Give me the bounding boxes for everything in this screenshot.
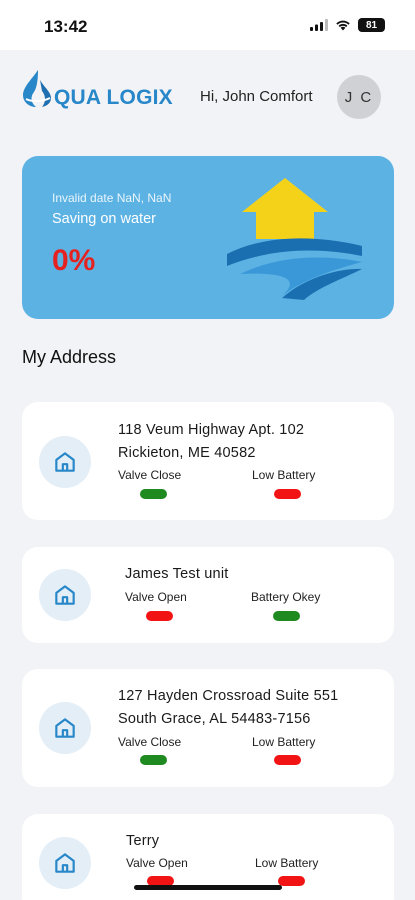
- battery-status-indicator: [274, 755, 301, 765]
- address-card[interactable]: 118 Veum Highway Apt. 102 Rickieton, ME …: [22, 402, 394, 520]
- logo-text: QUA LOGIX: [54, 86, 173, 109]
- saving-label: Saving on water: [52, 211, 156, 227]
- status-bar: 13:42 81: [0, 0, 415, 50]
- house-water-icon: [227, 178, 362, 300]
- app-header: QUA LOGIX Hi, John Comfort J C: [0, 50, 415, 140]
- valve-status-label: Valve Close: [118, 735, 182, 749]
- home-icon: [39, 702, 91, 754]
- address-line1: 127 Hayden Crossroad Suite 551: [118, 688, 339, 704]
- battery-status-label: Low Battery: [252, 468, 316, 482]
- battery-status-indicator: [274, 489, 301, 499]
- address-line1: James Test unit: [125, 566, 229, 582]
- wifi-icon: [336, 20, 350, 31]
- battery-status-label: Low Battery: [255, 856, 319, 870]
- address-line1: 118 Veum Highway Apt. 102: [118, 422, 305, 438]
- valve-status-indicator: [146, 611, 173, 621]
- valve-status-label: Valve Open: [126, 856, 188, 870]
- home-icon: [39, 837, 91, 889]
- water-saving-card[interactable]: Invalid date NaN, NaN Saving on water 0%: [22, 156, 394, 319]
- status-icons: 81: [310, 18, 385, 32]
- status-time: 13:42: [44, 17, 88, 36]
- battery-status-indicator: [273, 611, 300, 621]
- saving-value: 0%: [52, 244, 96, 277]
- battery-status-label: Battery Okey: [251, 590, 321, 604]
- water-drop-icon: [23, 70, 51, 107]
- section-title: My Address: [22, 347, 117, 367]
- valve-status-indicator: [140, 489, 167, 499]
- valve-status-label: Valve Open: [125, 590, 187, 604]
- avatar[interactable]: J C: [337, 75, 381, 119]
- home-icon: [39, 569, 91, 621]
- home-indicator: [134, 885, 282, 890]
- address-line1: Terry: [126, 833, 160, 849]
- saving-date: Invalid date NaN, NaN: [52, 191, 172, 205]
- valve-status-label: Valve Close: [118, 468, 182, 482]
- battery-status-indicator: [278, 876, 305, 886]
- address-card[interactable]: 127 Hayden Crossroad Suite 551 South Gra…: [22, 669, 394, 787]
- home-icon: [39, 436, 91, 488]
- greeting-text: Hi, John Comfort: [200, 88, 313, 105]
- address-card[interactable]: James Test unit Valve Open Battery Okey: [22, 547, 394, 643]
- battery-icon: 81: [358, 18, 385, 32]
- app-logo[interactable]: QUA LOGIX: [20, 68, 173, 108]
- signal-icon: [310, 19, 328, 31]
- battery-status-label: Low Battery: [252, 735, 316, 749]
- address-line2: South Grace, AL 54483-7156: [118, 711, 311, 727]
- valve-status-indicator: [140, 755, 167, 765]
- address-line2: Rickieton, ME 40582: [118, 445, 256, 461]
